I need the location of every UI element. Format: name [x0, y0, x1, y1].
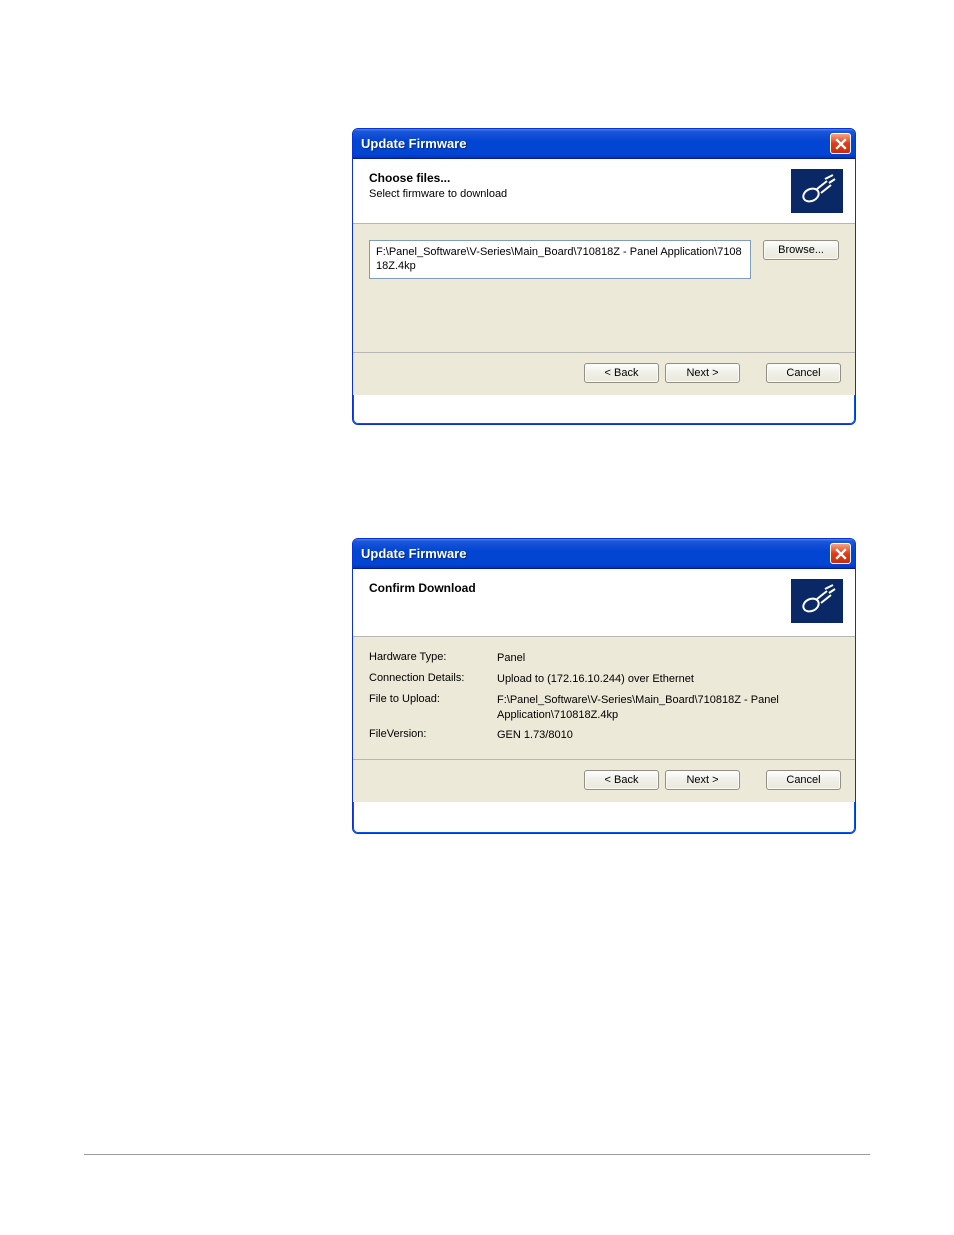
titlebar[interactable]: Update Firmware	[353, 129, 855, 159]
file-version-label: FileVersion:	[369, 728, 489, 743]
connector-icon	[791, 169, 843, 213]
wizard-footer: < Back Next > Cancel	[353, 759, 855, 802]
page-footer-rule	[84, 1154, 870, 1155]
wizard-heading: Confirm Download	[369, 581, 476, 595]
wizard-header-text: Confirm Download	[369, 579, 476, 598]
wizard-heading: Choose files...	[369, 171, 507, 185]
file-version-value: GEN 1.73/8010	[497, 728, 839, 743]
hardware-type-label: Hardware Type:	[369, 651, 489, 666]
browse-button[interactable]: Browse...	[763, 240, 839, 260]
back-button[interactable]: < Back	[584, 770, 659, 790]
window-title: Update Firmware	[361, 546, 466, 561]
back-button[interactable]: < Back	[584, 363, 659, 383]
file-path-input[interactable]: F:\Panel_Software\V-Series\Main_Board\71…	[369, 240, 751, 279]
wizard-header-text: Choose files... Select firmware to downl…	[369, 169, 507, 200]
file-row: F:\Panel_Software\V-Series\Main_Board\71…	[369, 240, 839, 279]
update-firmware-dialog-confirm: Update Firmware Confirm Download Hardwar…	[352, 538, 856, 834]
file-to-upload-value: F:\Panel_Software\V-Series\Main_Board\71…	[497, 693, 839, 723]
titlebar[interactable]: Update Firmware	[353, 539, 855, 569]
wizard-body: Hardware Type: Panel Connection Details:…	[353, 637, 855, 759]
wizard-header: Confirm Download	[353, 569, 855, 637]
next-button[interactable]: Next >	[665, 770, 740, 790]
confirm-info-grid: Hardware Type: Panel Connection Details:…	[369, 651, 839, 743]
wizard-body: F:\Panel_Software\V-Series\Main_Board\71…	[353, 224, 855, 352]
connection-details-label: Connection Details:	[369, 672, 489, 687]
button-spacer	[746, 770, 760, 790]
button-spacer	[746, 363, 760, 383]
wizard-subheading: Select firmware to download	[369, 188, 507, 200]
window-title: Update Firmware	[361, 136, 466, 151]
update-firmware-dialog-choose: Update Firmware Choose files... Select f…	[352, 128, 856, 425]
close-icon	[835, 138, 847, 150]
hardware-type-value: Panel	[497, 651, 839, 666]
wizard-header: Choose files... Select firmware to downl…	[353, 159, 855, 224]
wizard-footer: < Back Next > Cancel	[353, 352, 855, 395]
connection-details-value: Upload to (172.16.10.244) over Ethernet	[497, 672, 839, 687]
connector-icon	[791, 579, 843, 623]
cancel-button[interactable]: Cancel	[766, 770, 841, 790]
cancel-button[interactable]: Cancel	[766, 363, 841, 383]
file-to-upload-label: File to Upload:	[369, 693, 489, 723]
close-button[interactable]	[830, 133, 851, 154]
close-icon	[835, 548, 847, 560]
close-button[interactable]	[830, 543, 851, 564]
next-button[interactable]: Next >	[665, 363, 740, 383]
